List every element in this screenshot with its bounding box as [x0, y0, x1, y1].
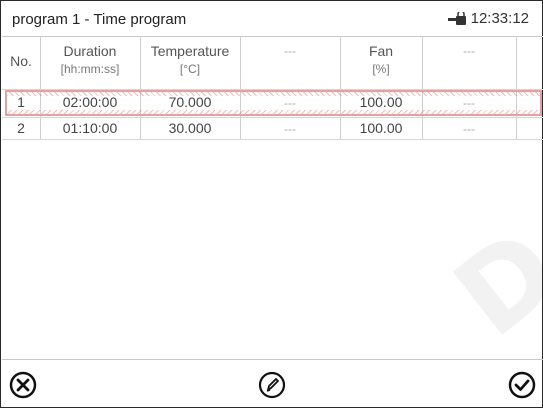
- door-lock-icon: [447, 11, 466, 25]
- table-row-1[interactable]: 1 02:00:00 70.000 --- 100.00 ---: [2, 91, 543, 114]
- cell-temperature: 30.000: [168, 120, 212, 136]
- clock-time: 12:33:12: [470, 10, 529, 27]
- col-header-duration: Duration [hh:mm:ss]: [60, 43, 120, 76]
- cell-empty: ---: [284, 96, 296, 110]
- col-header-empty-1: ---: [284, 44, 296, 58]
- watermark: D: [430, 204, 543, 362]
- cell-temperature: 70.000: [168, 94, 212, 110]
- page-title: program 1 - Time program: [12, 11, 187, 28]
- cell-duration: 02:00:00: [62, 94, 118, 110]
- cell-no: 2: [17, 120, 25, 136]
- row-divider: [2, 139, 543, 140]
- col-header-no: No.: [10, 53, 32, 69]
- cell-empty: ---: [463, 96, 475, 110]
- col-header-fan: Fan [%]: [368, 43, 394, 76]
- pencil-circle-icon[interactable]: [257, 370, 287, 400]
- cell-duration: 01:10:00: [62, 120, 118, 136]
- table-row-2[interactable]: 2 01:10:00 30.000 --- 100.00 ---: [2, 117, 543, 140]
- cell-empty: ---: [463, 122, 475, 136]
- cell-fan: 100.00: [359, 120, 403, 136]
- cell-empty: ---: [284, 122, 296, 136]
- close-circle-icon[interactable]: [8, 370, 38, 400]
- cell-no: 1: [17, 94, 25, 110]
- check-circle-icon[interactable]: [507, 370, 537, 400]
- cell-fan: 100.00: [359, 94, 403, 110]
- clock: 12:33:12: [447, 10, 529, 27]
- time-program-screen: program 1 - Time program 12:33:12 No. Du…: [0, 0, 543, 408]
- header-bar: program 1 - Time program 12:33:12: [2, 2, 543, 37]
- col-header-temperature: Temperature [°C]: [150, 43, 230, 76]
- footer-bar: [2, 359, 543, 408]
- col-header-empty-2: ---: [463, 44, 475, 58]
